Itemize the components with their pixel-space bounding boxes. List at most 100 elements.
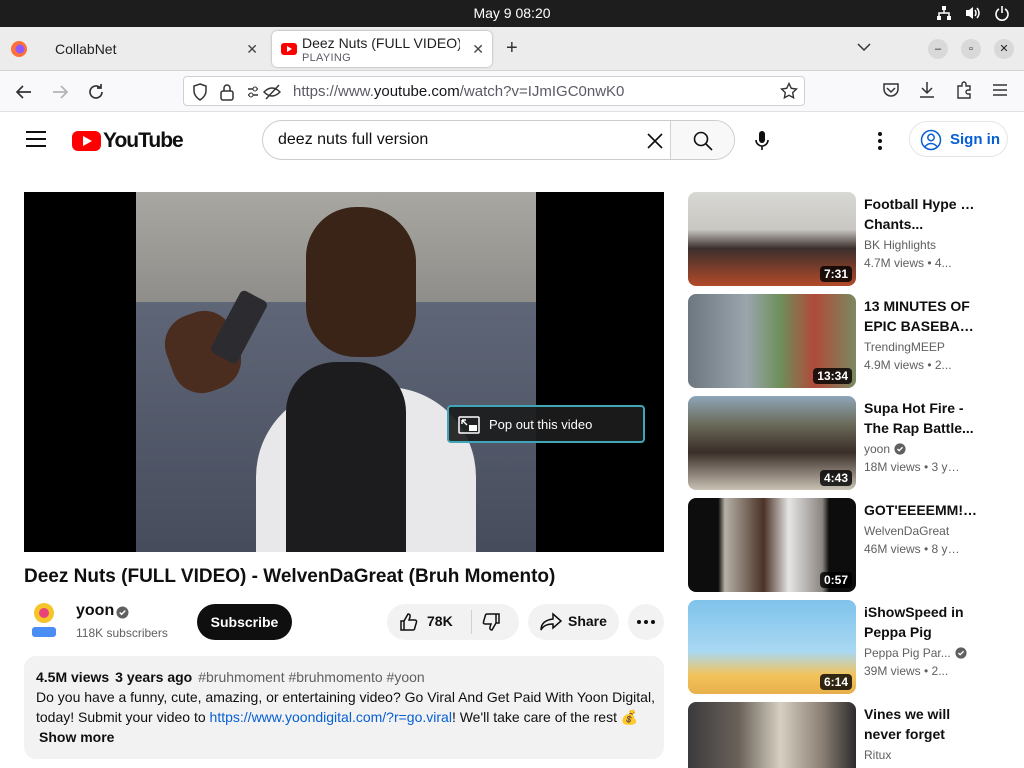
title-line: Football Hype Up [864,196,978,212]
recommendation-title: Vines we will never forget [864,704,978,744]
address-bar[interactable]: https://www.youtube.com/watch?v=IJmIGC0n… [183,76,805,106]
video-duration: 6:14 [819,674,852,690]
dislike-icon[interactable] [481,612,501,632]
settings-menu-icon[interactable] [878,132,882,153]
title-line: 13 MINUTES OF [864,298,970,314]
recommendation-title: Supa Hot Fire - The Rap Battle... [864,398,978,438]
verified-badge-icon [116,606,129,619]
recommendation-channel[interactable]: BK Highlights [864,238,936,252]
recommendation-channel[interactable]: Peppa Pig Par... [864,646,967,660]
channel-avatar[interactable] [28,601,60,639]
new-tab-icon[interactable]: + [506,37,518,60]
title-line: EPIC BASEBALL... [864,318,978,334]
close-window-icon[interactable]: ✕ [994,39,1014,59]
picture-in-picture-icon [458,416,480,434]
forward-icon[interactable] [50,82,70,102]
video-frame [136,192,536,552]
title-line: The Rap Battle... [864,420,974,436]
firefox-view-icon[interactable] [10,40,28,58]
tab-collabnet[interactable]: CollabNet ✕ [42,31,266,67]
search-button[interactable] [670,121,734,159]
search-input[interactable]: deez nuts full version [278,131,428,149]
description-box[interactable]: 4.5M views 3 years ago #bruhmoment #bruhmo… [24,656,664,759]
sign-in-button[interactable]: Sign in [909,121,1008,157]
downloads-icon[interactable] [918,81,936,99]
channel-name[interactable]: yoon [76,602,114,620]
guide-menu-icon[interactable] [26,131,46,152]
title-line: never forget [864,726,945,742]
video-thumbnail[interactable]: 4:43 [688,396,856,490]
video-thumbnail[interactable]: 13:34 [688,294,856,388]
list-all-tabs-icon[interactable] [856,39,872,55]
recommendation-channel[interactable]: TrendingMEEP [864,340,945,354]
url-path: /watch?v=IJmIGC0nwK0 [459,83,625,100]
recommendation-channel[interactable]: Ritux [864,748,891,762]
more-actions-button[interactable] [628,604,664,640]
hashtags[interactable]: #bruhmoment #bruhmomento #yoon [198,669,424,685]
video-title: Deez Nuts (FULL VIDEO) - WelvenDaGreat (… [24,566,556,587]
extensions-icon[interactable] [955,81,973,99]
recommended-video[interactable]: 4:43 Supa Hot Fire - The Rap Battle... yo… [688,396,1018,492]
recommended-video[interactable]: Vines we will never forget Ritux [688,702,1018,768]
recommended-video[interactable]: 0:57 GOT'EEEEMM!!!!! WelvenDaGreat 46M v… [688,498,1018,594]
reload-icon[interactable] [86,82,106,102]
video-thumbnail[interactable] [688,702,856,768]
view-count: 4.5M views [36,669,110,685]
bookmark-star-icon[interactable] [780,82,798,100]
recommendation-channel[interactable]: WelvenDaGreat [864,524,949,538]
title-line: Supa Hot Fire - [864,400,964,416]
video-duration: 4:43 [819,470,852,486]
video-thumbnail[interactable]: 6:14 [688,600,856,694]
video-thumbnail[interactable]: 0:57 [688,498,856,592]
upload-age: 3 years ago [115,669,193,685]
minimize-window-icon[interactable]: – [928,39,948,59]
like-count[interactable]: 78K [427,613,453,629]
youtube-logo[interactable]: YouTube [72,129,184,153]
recommendation-channel[interactable]: yoon [864,442,906,456]
title-line: Vines we will [864,706,951,722]
recommendation-title: GOT'EEEEMM!!!!! [864,500,978,520]
lock-icon[interactable] [220,83,234,101]
pop-out-label: Pop out this video [489,417,593,432]
verified-badge-icon [894,443,906,455]
tracking-protection-icon[interactable] [192,83,208,101]
youtube-play-logo-icon [72,131,101,151]
power-icon[interactable] [994,5,1010,21]
tab-youtube-active[interactable]: Deez Nuts (FULL VIDEO) - WelvenDaGreat P… [272,31,492,67]
tab-title: Deez Nuts (FULL VIDEO) - WelvenDaGreat [302,35,460,51]
close-tab-icon[interactable]: ✕ [246,41,258,58]
video-player[interactable]: Pop out this video [24,192,664,552]
share-button[interactable]: Share [528,604,619,640]
clear-search-icon[interactable] [645,131,665,151]
recommended-video[interactable]: 13:34 13 MINUTES OF EPIC BASEBALL... Tren… [688,294,1018,390]
video-duration: 13:34 [813,368,852,384]
video-duration: 0:57 [819,572,852,588]
recommended-video[interactable]: 7:31 Football Hype Up Chants... BK Highli… [688,192,1018,288]
url-text[interactable]: https://www.youtube.com/watch?v=IJmIGC0n… [293,83,624,100]
volume-icon[interactable] [964,5,982,21]
show-more-button[interactable]: Show more [39,729,114,745]
back-icon[interactable] [14,82,34,102]
subscribe-button[interactable]: Subscribe [197,604,292,640]
system-clock[interactable]: May 9 08:20 [0,5,1024,21]
like-dislike-group: 78K [387,604,519,640]
close-tab-icon[interactable]: ✕ [472,41,484,58]
description-link[interactable]: https://www.yoondigital.com/?r=go.viral [210,709,452,725]
title-line: iShowSpeed in [864,604,964,620]
url-prefix: https://www. [293,83,374,100]
recommendation-meta: 18M views • 3 yea... [864,460,964,474]
like-icon[interactable] [399,612,419,632]
network-icon[interactable] [936,5,952,21]
maximize-window-icon[interactable]: ▫ [961,39,981,59]
video-thumbnail[interactable]: 7:31 [688,192,856,286]
pocket-icon[interactable] [882,81,900,99]
voice-search-icon[interactable] [752,130,772,152]
title-line: Chants... [864,216,924,232]
permissions-icon[interactable] [246,83,284,101]
search-box[interactable]: deez nuts full version [262,120,735,160]
pop-out-video-button[interactable]: Pop out this video [447,405,645,443]
recommended-video[interactable]: 6:14 iShowSpeed in Peppa Pig Peppa Pig Pa… [688,600,1018,696]
title-line: GOT'EEEEMM!!!!! [864,502,978,518]
app-menu-icon[interactable] [991,81,1009,99]
description-meta: 4.5M views 3 years ago #bruhmoment #bruhmo… [36,669,425,685]
